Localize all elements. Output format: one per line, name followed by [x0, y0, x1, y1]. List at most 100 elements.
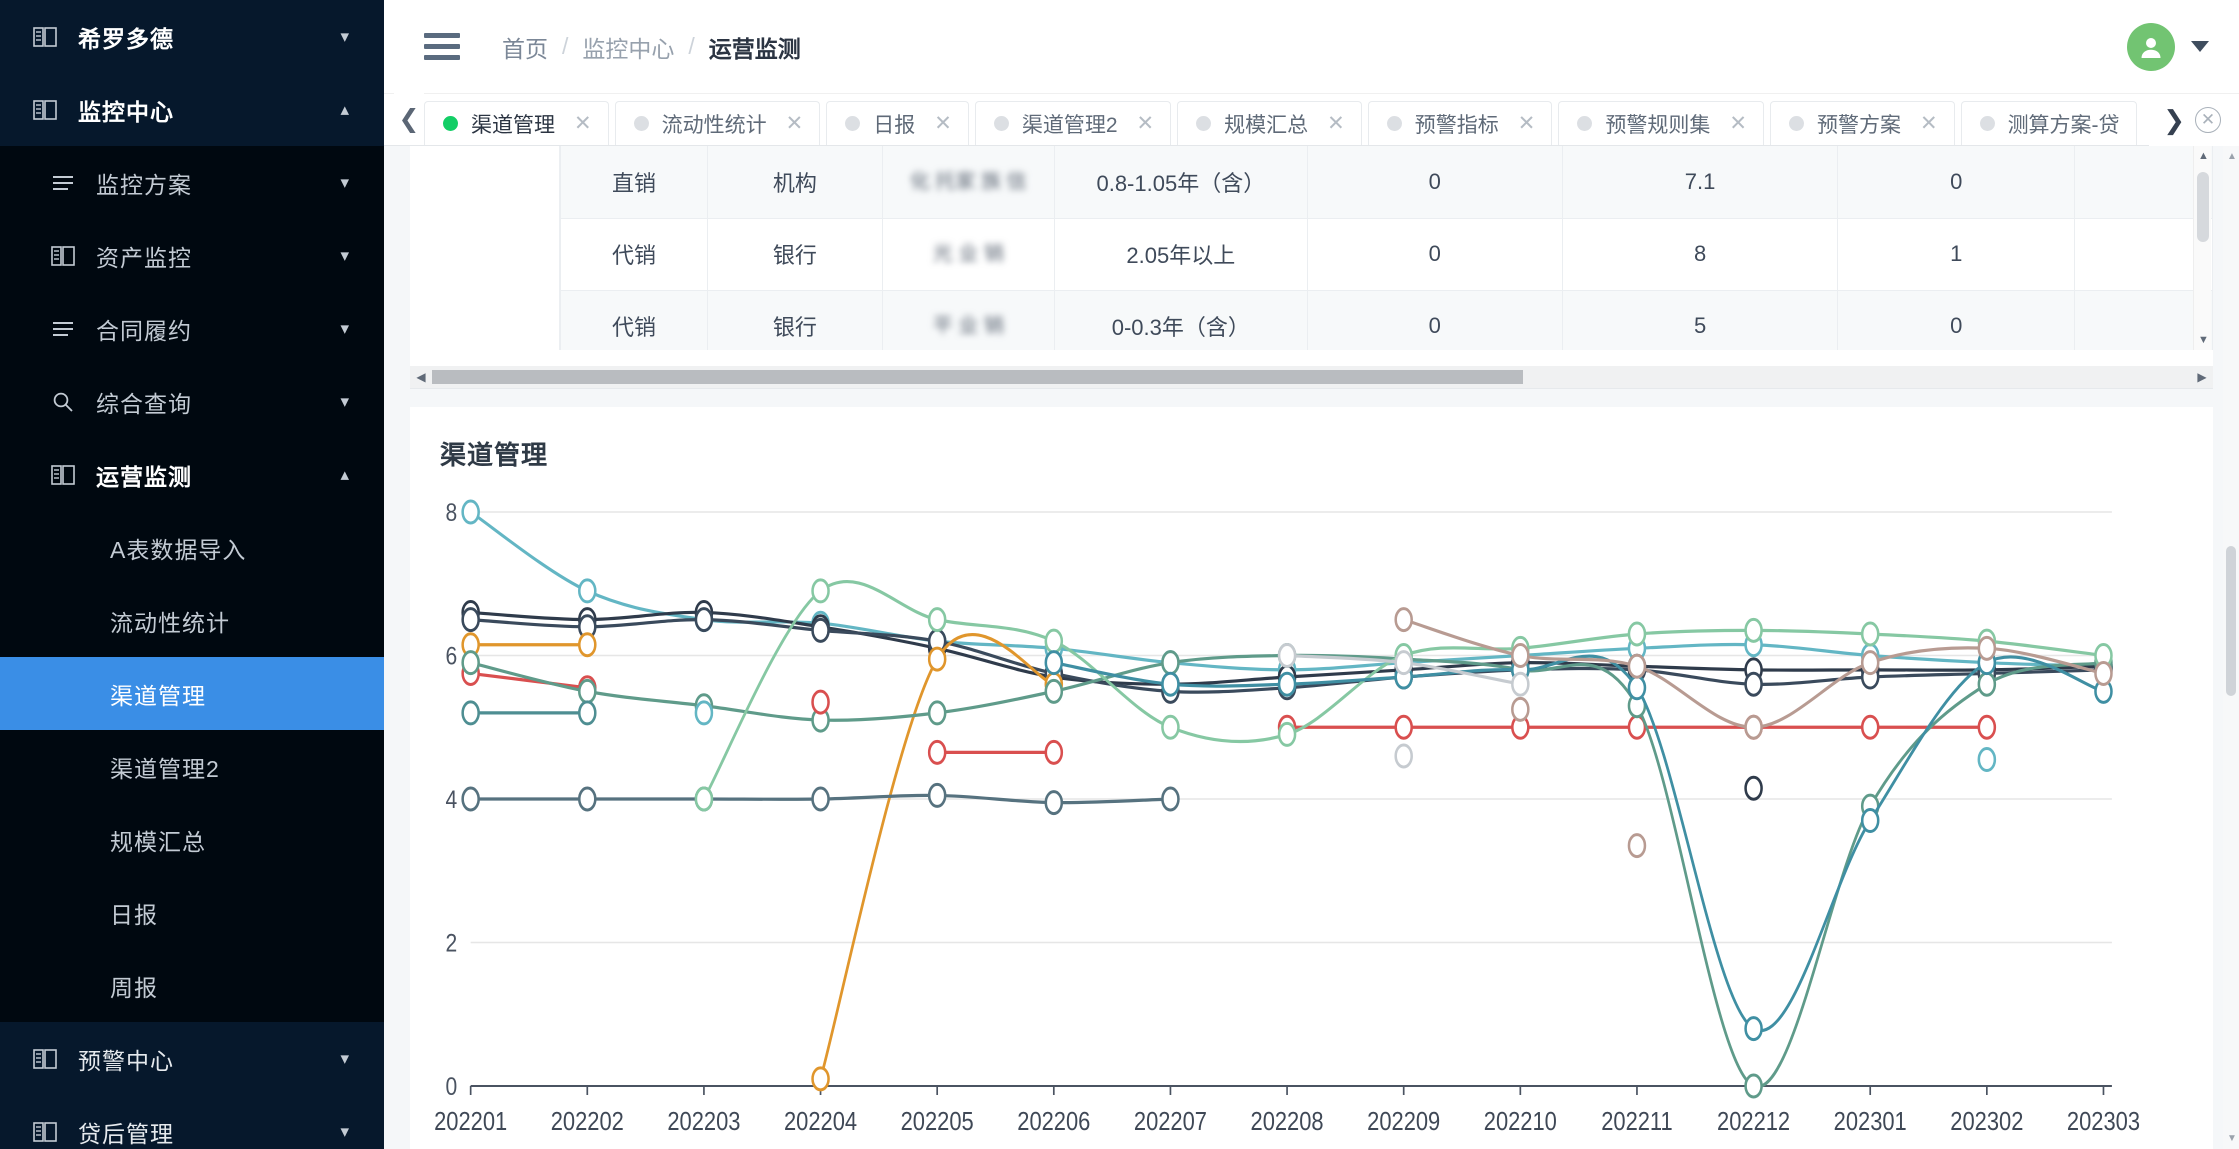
sidebar-item-operations-monitoring[interactable]: 运营监测 ▴	[0, 438, 384, 511]
table-horizontal-scrollbar[interactable]: ◀ ▶	[410, 366, 2213, 388]
data-table: 直销 机构 化 托家 族 信 0.8-1.05年（含） 0 7.1 0 代销 银…	[559, 146, 2213, 350]
tab-liquidity-stats[interactable]: 流动性统计 ✕	[614, 101, 821, 145]
sidebar-item-herodotus[interactable]: 希罗多德 ▾	[0, 0, 384, 73]
tabs-prev-button[interactable]: ❮	[394, 93, 424, 145]
tabs-next-button[interactable]: ❯	[2163, 105, 2185, 136]
caret-down-icon[interactable]: ▼	[2227, 1133, 2237, 1144]
svg-text:202205: 202205	[901, 1107, 974, 1136]
close-icon[interactable]: ✕	[1327, 111, 1345, 136]
table-cell-term: 2.05年以上	[1053, 218, 1308, 291]
avatar[interactable]	[2127, 22, 2175, 71]
sidebar-item-channel-management-2[interactable]: 渠道管理2	[0, 730, 384, 803]
close-icon[interactable]: ✕	[786, 111, 804, 136]
chevron-up-icon: ▴	[340, 99, 350, 119]
scrollbar-track[interactable]	[432, 370, 2191, 384]
caret-left-icon[interactable]: ◀	[410, 370, 432, 384]
chevron-down-icon: ▾	[340, 1048, 350, 1068]
sidebar-item-liquidity-stats[interactable]: 流动性统计	[0, 584, 384, 657]
tab-daily-report[interactable]: 日报 ✕	[826, 101, 969, 145]
sidebar-item-asset-monitor[interactable]: 资产监控 ▾	[0, 219, 384, 292]
tab-channel-management[interactable]: 渠道管理 ✕	[424, 101, 609, 145]
redacted-text: 化 托家 族 信	[909, 170, 1027, 193]
table-row[interactable]: 代销 银行 平 业 销 0-0.3年（含） 0 5 0	[559, 290, 2213, 350]
tab-status-dot	[633, 116, 649, 131]
sidebar-item-comprehensive-query[interactable]: 综合查询 ▾	[0, 365, 384, 438]
content-area: 直销 机构 化 托家 族 信 0.8-1.05年（含） 0 7.1 0 代销 银…	[384, 146, 2239, 1149]
svg-text:0: 0	[445, 1072, 457, 1100]
tab-calculation-plan-loan[interactable]: 测算方案-贷	[1960, 101, 2137, 145]
chart-plot-area[interactable]: 0 2 4 6 8 202201 202202 202203 202204 202205 20220…	[410, 472, 2213, 1149]
sidebar-item-post-loan-management[interactable]: 贷后管理 ▾	[0, 1095, 384, 1149]
sidebar-item-label: 渠道管理2	[110, 755, 220, 782]
caret-down-icon[interactable]	[2191, 41, 2209, 52]
close-all-tabs-icon[interactable]: ✕	[2195, 107, 2221, 133]
table-cell-value-2: 7.1	[1561, 146, 1839, 219]
tab-status-dot	[1577, 116, 1593, 131]
book-icon	[30, 99, 60, 121]
sidebar-item-label: 运营监测	[96, 463, 192, 490]
svg-text:202207: 202207	[1134, 1107, 1207, 1136]
sidebar-item-weekly-report[interactable]: 周报	[0, 949, 384, 1022]
sidebar-item-contract-performance[interactable]: 合同履约 ▾	[0, 292, 384, 365]
close-icon[interactable]: ✕	[1137, 111, 1155, 136]
sidebar-item-channel-management[interactable]: 渠道管理	[0, 657, 384, 730]
tab-alert-plan[interactable]: 预警方案 ✕	[1769, 101, 1955, 145]
svg-text:202202: 202202	[551, 1107, 624, 1136]
chevron-down-icon: ▾	[340, 318, 350, 338]
hamburger-icon[interactable]	[424, 33, 460, 60]
table-cell-term: 0.8-1.05年（含）	[1053, 146, 1308, 219]
table-cell-value-4	[2074, 290, 2213, 350]
svg-text:6: 6	[445, 642, 457, 670]
close-icon[interactable]: ✕	[1518, 111, 1536, 136]
scrollbar-thumb[interactable]	[2226, 546, 2236, 696]
table-row[interactable]: 代销 银行 光 业 销 2.05年以上 0 8 1	[559, 218, 2213, 291]
table-scroll-region[interactable]: 直销 机构 化 托家 族 信 0.8-1.05年（含） 0 7.1 0 代销 银…	[410, 146, 2213, 350]
scrollbar-thumb[interactable]	[2197, 172, 2209, 242]
sidebar-item-monitor-center[interactable]: 监控中心 ▴	[0, 73, 384, 146]
sidebar-item-scale-summary[interactable]: 规模汇总	[0, 803, 384, 876]
book-icon	[30, 1121, 60, 1143]
table-cell-channel: 代销	[559, 290, 709, 350]
tab-status-dot	[993, 116, 1009, 131]
chevron-down-icon: ▾	[340, 172, 350, 192]
main-area: 首页 / 监控中心 / 运营监测 ❮ 渠道管理 ✕ 流动性统计 ✕ 日报 ✕ 渠…	[384, 0, 2239, 1149]
line-chart: 0 2 4 6 8 202201 202202 202203 202204 202205 20220…	[434, 498, 2140, 1136]
tab-scale-summary[interactable]: 规模汇总 ✕	[1177, 101, 1362, 145]
close-icon[interactable]: ✕	[1920, 111, 1938, 136]
caret-up-icon[interactable]: ▲	[2227, 151, 2237, 162]
sidebar-item-label: 贷后管理	[78, 1120, 174, 1147]
table-cell-institution: 平 业 销	[881, 290, 1055, 350]
chevron-up-icon: ▴	[340, 464, 350, 484]
redacted-text: 平 业 销	[932, 315, 1004, 337]
scrollbar-thumb[interactable]	[432, 370, 1523, 384]
table-cell-channel: 直销	[559, 146, 709, 219]
tab-alert-rule-set[interactable]: 预警规则集 ✕	[1558, 101, 1764, 145]
breadcrumb-monitor-center[interactable]: 监控中心	[582, 30, 674, 64]
tab-alert-indicator[interactable]: 预警指标 ✕	[1367, 101, 1553, 145]
table-vertical-scrollbar[interactable]: ▲ ▼	[2193, 146, 2211, 350]
sidebar-item-alert-center[interactable]: 预警中心 ▾	[0, 1022, 384, 1095]
table-row[interactable]: 直销 机构 化 托家 族 信 0.8-1.05年（含） 0 7.1 0	[559, 146, 2213, 219]
page-vertical-scrollbar[interactable]: ▲ ▼	[2223, 146, 2239, 1149]
caret-up-icon[interactable]: ▲	[2198, 150, 2209, 162]
sidebar-item-monitor-plan[interactable]: 监控方案 ▾	[0, 146, 384, 219]
tab-label: 预警指标	[1414, 113, 1499, 137]
sidebar-item-a-table-import[interactable]: A表数据导入	[0, 511, 384, 584]
svg-text:4: 4	[445, 785, 457, 813]
table-cell-value-3: 0	[1837, 146, 2076, 219]
caret-right-icon[interactable]: ▶	[2191, 370, 2213, 384]
book-icon	[30, 1048, 60, 1070]
svg-text:202201: 202201	[434, 1107, 507, 1136]
tab-label: 预警规则集	[1605, 113, 1711, 137]
table-cell-value-1: 0	[1306, 290, 1563, 350]
tab-status-dot	[1979, 116, 1995, 131]
sidebar-item-label: 监控中心	[78, 98, 174, 125]
table-cell-type: 机构	[707, 146, 883, 219]
tab-channel-management-2[interactable]: 渠道管理2 ✕	[974, 101, 1172, 145]
close-icon[interactable]: ✕	[574, 111, 592, 136]
close-icon[interactable]: ✕	[1729, 111, 1747, 136]
close-icon[interactable]: ✕	[934, 111, 952, 136]
sidebar-item-daily-report[interactable]: 日报	[0, 876, 384, 949]
breadcrumb-home[interactable]: 首页	[502, 30, 548, 64]
caret-down-icon[interactable]: ▼	[2198, 334, 2209, 346]
